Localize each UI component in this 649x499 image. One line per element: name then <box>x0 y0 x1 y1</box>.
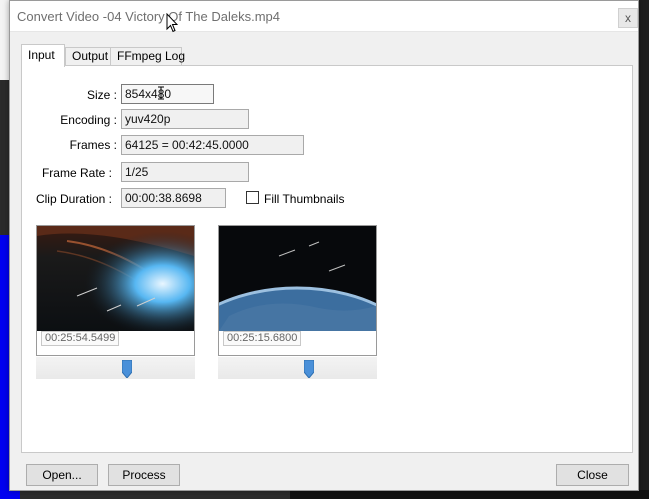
thumbnail-end[interactable]: 00:25:15.6800 <box>218 225 377 356</box>
mouse-pointer-icon <box>166 13 178 33</box>
size-field[interactable]: 854x480 <box>121 84 214 104</box>
desktop-background-bottom <box>290 490 649 499</box>
window-title: Convert Video -04 Victory Of The Daleks.… <box>17 9 281 24</box>
video-frame-dalek-ship-icon <box>37 226 194 331</box>
frames-label: Frames : <box>69 138 117 152</box>
process-button[interactable]: Process <box>108 464 180 486</box>
frame-rate-field[interactable]: 1/25 <box>121 162 249 182</box>
frames-field[interactable]: 64125 = 00:42:45.0000 <box>121 135 304 155</box>
thumbnail-end-timestamp: 00:25:15.6800 <box>223 331 302 346</box>
window-close-icon[interactable]: x <box>618 8 638 28</box>
slider-thumb-icon[interactable] <box>304 360 314 378</box>
fill-thumbnails-checkbox[interactable] <box>246 191 259 204</box>
convert-video-window: Convert Video -04 Victory Of The Daleks.… <box>9 0 639 491</box>
thumbnail-start-timestamp: 00:25:54.5499 <box>41 331 120 346</box>
size-label: Size : <box>86 88 117 102</box>
slider-thumb-icon[interactable] <box>122 360 132 378</box>
encoding-field[interactable]: yuv420p <box>121 109 249 129</box>
close-button[interactable]: Close <box>556 464 629 486</box>
thumbnail-end-slider[interactable] <box>218 357 377 379</box>
thumbnail-start[interactable]: 00:25:54.5499 <box>36 225 195 356</box>
clip-duration-label: Clip Duration : <box>35 192 112 206</box>
thumbnail-start-slider[interactable] <box>36 357 195 379</box>
tab-output[interactable]: Output <box>65 47 111 66</box>
tab-ffmpeg-log[interactable]: FFmpeg Log <box>110 47 185 66</box>
clip-duration-field[interactable]: 00:00:38.8698 <box>121 188 226 208</box>
text-cursor-icon <box>158 86 164 100</box>
tab-input[interactable]: Input <box>21 44 65 67</box>
video-frame-earth-orbit-icon <box>219 226 376 331</box>
frame-rate-label: Frame Rate : <box>41 166 112 180</box>
title-bar[interactable]: Convert Video -04 Victory Of The Daleks.… <box>10 1 638 32</box>
encoding-label: Encoding : <box>60 113 117 127</box>
fill-thumbnails-label: Fill Thumbnails <box>264 192 345 206</box>
open-button[interactable]: Open... <box>26 464 98 486</box>
input-tab-panel: Size : 854x480 Encoding : yuv420p Frames… <box>21 65 633 453</box>
